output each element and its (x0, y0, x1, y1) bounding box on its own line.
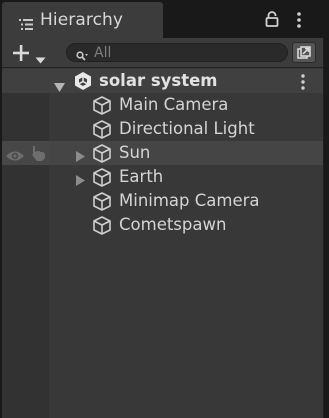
create-button[interactable] (8, 43, 50, 66)
eye-icon[interactable] (5, 147, 25, 166)
pickable-hand-icon[interactable] (29, 145, 47, 166)
tab-bar: Hierarchy (0, 0, 329, 38)
expand-arrow-icon[interactable] (76, 171, 85, 190)
item-label: Minimap Camera (119, 191, 260, 210)
gameobject-cube-icon (92, 168, 112, 191)
gameobject-cube-icon (92, 192, 112, 215)
gameobject-cube-icon (92, 96, 112, 119)
tab-title: Hierarchy (40, 10, 124, 30)
panel-menu-icon[interactable] (296, 12, 302, 32)
item-label: Sun (119, 143, 151, 162)
scene-visibility-button[interactable] (292, 42, 316, 63)
expand-arrow-icon[interactable] (76, 147, 85, 166)
chevron-down-icon (35, 49, 46, 68)
gameobject-cube-icon (92, 144, 112, 167)
item-label: Earth (119, 167, 164, 186)
scene-row[interactable]: solar system (2, 69, 323, 93)
list-item[interactable]: Minimap Camera (2, 189, 323, 213)
search-icon (76, 47, 89, 66)
search-input[interactable] (94, 44, 279, 61)
list-item[interactable]: Directional Light (2, 117, 323, 141)
scene-name: solar system (99, 71, 218, 90)
search-box[interactable] (66, 43, 288, 62)
hierarchy-panel: solar system Main Camera Directional (2, 38, 324, 418)
open-external-icon (297, 46, 311, 59)
plus-icon (12, 44, 30, 66)
gameobject-cube-icon (92, 216, 112, 239)
tab-hierarchy[interactable]: Hierarchy (2, 2, 163, 38)
unity-scene-icon (73, 71, 93, 95)
item-label: Directional Light (119, 119, 255, 138)
list-item[interactable]: Cometspawn (2, 213, 323, 237)
item-label: Cometspawn (119, 215, 227, 234)
hierarchy-toolbar (2, 38, 323, 68)
gameobject-cube-icon (92, 120, 112, 143)
item-label: Main Camera (119, 95, 229, 114)
lock-icon[interactable] (265, 11, 279, 31)
list-icon (19, 15, 33, 34)
list-item[interactable]: Main Camera (2, 93, 323, 117)
list-item[interactable]: Sun (2, 141, 323, 165)
scene-menu-icon[interactable] (300, 74, 306, 94)
list-item[interactable]: Earth (2, 165, 323, 189)
